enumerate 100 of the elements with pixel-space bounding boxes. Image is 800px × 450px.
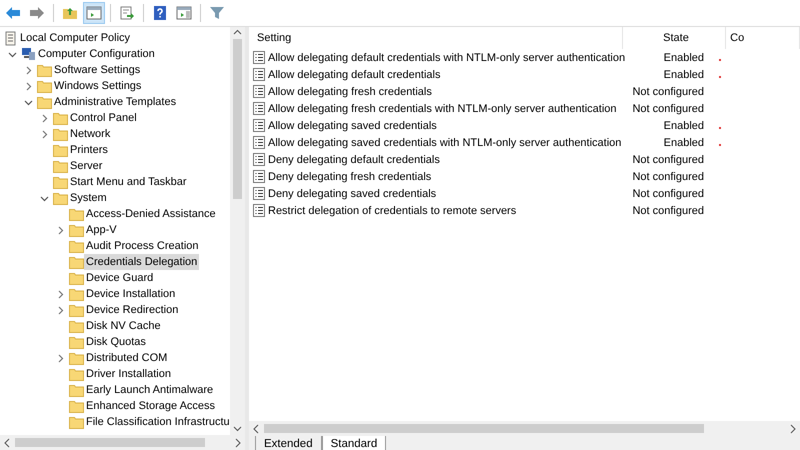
setting-name[interactable]: Allow delegating saved credentials with NTLM-only server authentication	[268, 136, 622, 148]
help-icon	[152, 5, 168, 21]
tree-item[interactable]: Local Computer Policy	[18, 30, 132, 46]
setting-name[interactable]: Allow delegating fresh credentials	[268, 86, 432, 98]
policy-setting-icon	[253, 187, 265, 200]
setting-state: Enabled	[664, 136, 704, 148]
chevron-down-icon[interactable]	[8, 50, 17, 58]
setting-name[interactable]: Allow delegating saved credentials	[268, 120, 437, 132]
toolbar-button[interactable]	[83, 2, 105, 24]
tree-item[interactable]: File Classification Infrastructu	[84, 414, 230, 430]
folder-icon	[53, 160, 68, 172]
setting-state: Not configured	[632, 204, 704, 216]
tree-pane-icon	[86, 6, 102, 20]
folder-icon	[69, 384, 84, 396]
forward-arrow-icon	[29, 6, 45, 20]
tree-item[interactable]: Network	[68, 126, 112, 142]
folder-icon	[53, 112, 68, 124]
folder-icon	[53, 144, 68, 156]
column-header[interactable]: State	[622, 27, 726, 49]
folder-icon	[69, 272, 84, 284]
scroll-thumb[interactable]	[264, 424, 704, 433]
setting-name[interactable]: Deny delegating fresh credentials	[268, 170, 432, 182]
chevron-down-icon[interactable]	[24, 98, 33, 106]
tree-item[interactable]: Device Installation	[84, 286, 178, 302]
view-tab[interactable]: Extended	[255, 436, 322, 450]
folder-up-icon	[62, 6, 78, 20]
folder-icon	[69, 288, 84, 300]
document-icon	[4, 30, 18, 46]
policy-setting-icon	[253, 153, 265, 166]
scroll-thumb[interactable]	[233, 39, 242, 199]
tree-item[interactable]: Disk NV Cache	[84, 318, 163, 334]
policy-setting-icon	[253, 119, 265, 132]
setting-name[interactable]: Allow delegating default credentials	[268, 68, 440, 80]
tree-item[interactable]: Early Launch Antimalware	[84, 382, 216, 398]
chevron-down-icon[interactable]	[40, 194, 49, 202]
setting-name[interactable]: Allow delegating fresh credentials with NTLM-only server authentication	[268, 102, 617, 114]
setting-state: Enabled	[664, 68, 704, 80]
tree-item[interactable]: Driver Installation	[84, 366, 173, 382]
properties-pane-icon	[176, 6, 192, 20]
tree-item[interactable]: Device Guard	[84, 270, 156, 286]
setting-name[interactable]: Deny delegating default credentials	[268, 154, 440, 166]
tree-item[interactable]: Enhanced Storage Access	[84, 398, 218, 414]
folder-icon	[69, 208, 84, 220]
tree-item[interactable]: Credentials Delegation	[84, 254, 200, 270]
tree-item[interactable]: Disk Quotas	[84, 334, 148, 350]
policy-setting-icon	[253, 51, 265, 64]
setting-state: Not configured	[632, 188, 704, 200]
tree-item[interactable]: Start Menu and Taskbar	[68, 174, 189, 190]
tree-item[interactable]: Windows Settings	[52, 78, 144, 94]
policy-setting-icon	[253, 68, 265, 81]
folder-icon	[53, 192, 68, 204]
policy-setting-icon	[253, 136, 265, 149]
scroll-thumb[interactable]	[15, 438, 205, 447]
tree-item[interactable]: Software Settings	[52, 62, 142, 78]
setting-name[interactable]: Allow delegating default credentials with NTLM-only server authentication	[268, 52, 626, 64]
chevron-right-icon[interactable]	[56, 226, 65, 234]
folder-icon	[69, 224, 84, 236]
tree-item[interactable]: App-V	[84, 222, 119, 238]
column-header[interactable]: Co	[726, 27, 800, 49]
folder-icon	[69, 400, 84, 412]
folder-icon	[69, 240, 84, 252]
folder-icon	[37, 96, 52, 108]
folder-icon	[37, 80, 52, 92]
folder-icon	[37, 64, 52, 76]
policy-setting-icon	[253, 170, 265, 183]
tree-item[interactable]: Control Panel	[68, 110, 139, 126]
setting-state: Not configured	[632, 154, 704, 166]
tree-item[interactable]: Printers	[68, 142, 110, 158]
setting-name[interactable]: Restrict delegation of credentials to remote servers	[268, 204, 516, 216]
setting-state: Enabled	[664, 120, 704, 132]
setting-state: Not configured	[632, 86, 704, 98]
folder-icon	[69, 320, 84, 332]
folder-icon	[69, 368, 84, 380]
tree-item[interactable]: Administrative Templates	[52, 94, 178, 110]
setting-state: Not configured	[632, 102, 704, 114]
folder-icon	[53, 128, 68, 140]
back-arrow-icon	[5, 6, 21, 20]
tree-item[interactable]: Device Redirection	[84, 302, 180, 318]
setting-name[interactable]: Deny delegating saved credentials	[268, 188, 436, 200]
tree-item[interactable]: Distributed COM	[84, 350, 170, 366]
folder-icon	[69, 256, 84, 268]
folder-icon	[69, 352, 84, 364]
computer-icon	[21, 47, 36, 61]
filter-icon	[209, 5, 225, 21]
export-list-icon	[119, 6, 135, 20]
setting-state: Enabled	[664, 52, 704, 64]
policy-setting-icon	[253, 102, 265, 115]
tree-item[interactable]: Server	[68, 158, 104, 174]
tree-item[interactable]: System	[68, 190, 109, 206]
folder-icon	[53, 176, 68, 188]
column-header[interactable]: Setting	[253, 27, 623, 49]
chevron-right-icon[interactable]	[56, 354, 65, 362]
setting-state: Not configured	[632, 170, 704, 182]
policy-setting-icon	[253, 85, 265, 98]
tree-item[interactable]: Access-Denied Assistance	[84, 206, 218, 222]
view-tab[interactable]: Standard	[322, 436, 386, 450]
folder-icon	[69, 336, 84, 348]
tree-item[interactable]: Computer Configuration	[36, 46, 157, 62]
folder-icon	[69, 416, 84, 428]
tree-item[interactable]: Audit Process Creation	[84, 238, 200, 254]
